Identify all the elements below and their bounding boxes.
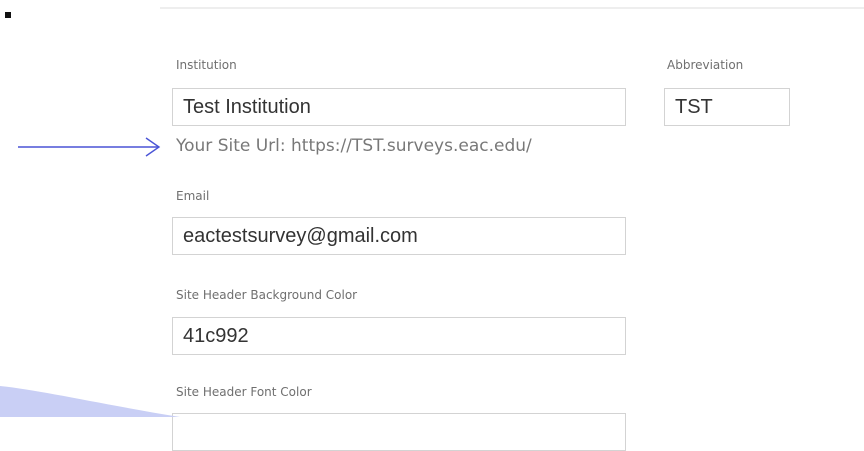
header-font-color-label: Site Header Font Color <box>176 385 312 399</box>
site-url-text: Your Site Url: https://TST.surveys.eac.e… <box>176 136 532 156</box>
abbreviation-field[interactable]: TST <box>664 88 790 126</box>
header-font-color-field[interactable] <box>172 413 626 451</box>
header-bg-color-label: Site Header Background Color <box>176 288 358 302</box>
header-bg-color-field[interactable]: 41c992 <box>172 317 626 355</box>
institution-label: Institution <box>176 58 237 72</box>
email-label: Email <box>176 189 210 203</box>
abbreviation-label: Abbreviation <box>667 58 744 72</box>
top-divider <box>160 7 864 9</box>
bullet-marker <box>5 12 11 18</box>
annotation-arrow <box>18 137 161 157</box>
decorative-corner-shape <box>0 386 180 417</box>
institution-field[interactable]: Test Institution <box>172 88 626 126</box>
email-field[interactable]: eactestsurvey@gmail.com <box>172 217 626 255</box>
